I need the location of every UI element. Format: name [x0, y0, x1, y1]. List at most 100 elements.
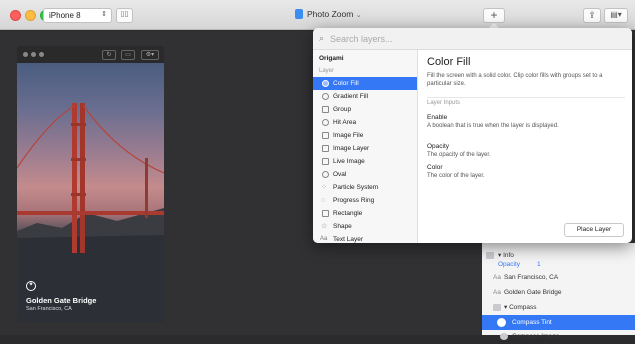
image-icon: [322, 145, 329, 152]
group-icon: [493, 304, 501, 311]
refresh-button[interactable]: ↻: [102, 50, 116, 60]
text-layer-icon: Aa: [493, 274, 501, 281]
minimize-window-button[interactable]: [25, 10, 36, 21]
list-item-color-fill[interactable]: Color Fill: [313, 77, 417, 90]
share-button[interactable]: ⇪: [583, 8, 601, 23]
preview-dot: [39, 52, 44, 57]
list-item-label: Color Fill: [333, 80, 359, 87]
layer-label: San Francisco, CA: [504, 274, 559, 281]
list-item-gradient-fill[interactable]: Gradient Fill: [313, 90, 417, 103]
layout-icon: ▤▾: [610, 10, 622, 19]
view-mode-button[interactable]: ▤▾: [604, 8, 628, 23]
target-icon: [322, 119, 329, 126]
list-item-label: Live Image: [333, 158, 365, 165]
list-item-hit-area[interactable]: Hit Area: [313, 116, 417, 129]
input-name: Enable: [427, 114, 448, 121]
device-select-label: iPhone 8: [49, 11, 81, 20]
sparkle-icon: ⁘: [321, 184, 327, 191]
group-heading: Origami: [319, 55, 344, 62]
list-item-image-file[interactable]: Image File: [313, 129, 417, 142]
device-select[interactable]: iPhone 8 ⇕: [43, 8, 112, 23]
refresh-icon: ↻: [106, 52, 112, 58]
square-icon: [322, 106, 329, 113]
layer-label: Compass Tint: [512, 319, 552, 326]
color-swatch-icon: [497, 318, 506, 327]
chevron-down-icon: ⌄: [355, 12, 362, 19]
camera-icon: ▭: [125, 52, 131, 58]
input-description: The opacity of the layer.: [427, 152, 491, 158]
layer-row[interactable]: Aa San Francisco, CA: [482, 270, 635, 285]
inputs-heading: Layer Inputs: [427, 100, 461, 106]
input-description: The color of the layer.: [427, 173, 485, 179]
gear-icon: ⚙▾: [145, 52, 155, 58]
window-title-text: Photo Zoom: [307, 9, 354, 19]
place-layer-button[interactable]: Place Layer: [564, 223, 624, 237]
settings-button[interactable]: ⚙▾: [141, 50, 159, 60]
preview-toolbar: ↻ ▭ ⚙▾: [17, 46, 164, 63]
list-item-group[interactable]: Group: [313, 103, 417, 116]
layer-type-list: Origami Layer Color Fill Gradient Fill G…: [313, 50, 418, 243]
layer-row[interactable]: Aa Golden Gate Bridge: [482, 285, 635, 300]
list-item-label: Image File: [333, 132, 364, 139]
layer-row[interactable]: ▾ Compass: [482, 300, 635, 315]
list-item-image-layer[interactable]: Image Layer: [313, 142, 417, 155]
sidebar-icon: ▯▯: [120, 11, 129, 18]
plus-icon: +: [490, 8, 498, 22]
text-layer-icon: Aa: [493, 289, 501, 296]
compass-icon: ✦: [26, 281, 36, 291]
search-bar: ⌕: [313, 28, 632, 50]
image-icon: [322, 158, 329, 165]
list-item-label: Hit Area: [333, 119, 357, 126]
location-title: Golden Gate Bridge: [26, 296, 97, 305]
image-icon: [322, 132, 329, 139]
search-icon: ⌕: [319, 33, 325, 43]
list-item-particle-system[interactable]: ⁘ Particle System: [313, 181, 417, 194]
list-item-label: Image Layer: [333, 145, 370, 152]
chevron-updown-icon: ⇕: [101, 11, 107, 18]
app-window: iPhone 8 ⇕ ▯▯ Photo Zoom ⌄ + ⇪ ▤▾ ↻ ▭ ⚙▾: [0, 0, 635, 340]
detail-description: Fill the screen with a solid color. Clip…: [427, 73, 603, 87]
layer-label: Compass Image: [512, 333, 560, 340]
list-item-rectangle[interactable]: Rectangle: [313, 207, 417, 220]
layer-row-selected[interactable]: Compass Tint: [482, 315, 635, 330]
device-preview[interactable]: ↻ ▭ ⚙▾ ✦ Golden Gate Bridge San Francisc…: [17, 46, 164, 322]
location-subtitle: San Francisco, CA: [26, 306, 72, 312]
close-window-button[interactable]: [10, 10, 21, 21]
split-view-button[interactable]: ▯▯: [116, 8, 133, 23]
window-title[interactable]: Photo Zoom ⌄: [295, 9, 362, 23]
share-icon: ⇪: [588, 10, 596, 20]
rectangle-icon: [322, 210, 329, 217]
list-item-oval[interactable]: Oval: [313, 168, 417, 181]
list-item-live-image[interactable]: Live Image: [313, 155, 417, 168]
star-icon: ☆: [321, 223, 328, 230]
layer-label: ▾ Compass: [504, 304, 537, 311]
title-bar: iPhone 8 ⇕ ▯▯ Photo Zoom ⌄ + ⇪ ▤▾: [0, 0, 635, 30]
insert-layer-popover: ⌕ Origami Layer Color Fill Gradient Fill…: [313, 28, 632, 243]
list-item-label: Group: [333, 106, 352, 113]
bridge-illustration: [17, 103, 164, 322]
divider: [427, 97, 625, 98]
input-name: Color: [427, 164, 443, 171]
bridge-photo: ✦ Golden Gate Bridge San Francisco, CA: [17, 63, 164, 322]
layer-label: Golden Gate Bridge: [504, 289, 562, 296]
add-layer-button[interactable]: +: [483, 8, 505, 23]
section-label: Layer: [319, 68, 335, 74]
layers-panel: ▾ Info Opacity 1 Aa San Francisco, CA Aa…: [482, 243, 635, 340]
list-item-label: Text Layer: [333, 236, 363, 243]
list-item-progress-ring[interactable]: ◌ Progress Ring: [313, 194, 417, 207]
list-item-label: Particle System: [333, 184, 379, 191]
list-item-label: Oval: [333, 171, 347, 178]
list-item-text-layer[interactable]: Aa Text Layer: [313, 233, 417, 243]
circle-icon: [322, 80, 329, 87]
preview-dot: [31, 52, 36, 57]
search-input[interactable]: [330, 32, 620, 45]
list-item-label: Progress Ring: [333, 197, 375, 204]
camera-button[interactable]: ▭: [121, 50, 135, 60]
input-name: Opacity: [427, 143, 450, 150]
image-icon: [500, 333, 508, 340]
detail-title: Color Fill: [427, 56, 471, 68]
list-item-shape[interactable]: ☆ Shape: [313, 220, 417, 233]
layer-detail-pane: Color Fill Fill the screen with a solid …: [418, 50, 632, 243]
document-icon: [295, 9, 303, 19]
layer-row[interactable]: Compass Image: [482, 329, 635, 344]
